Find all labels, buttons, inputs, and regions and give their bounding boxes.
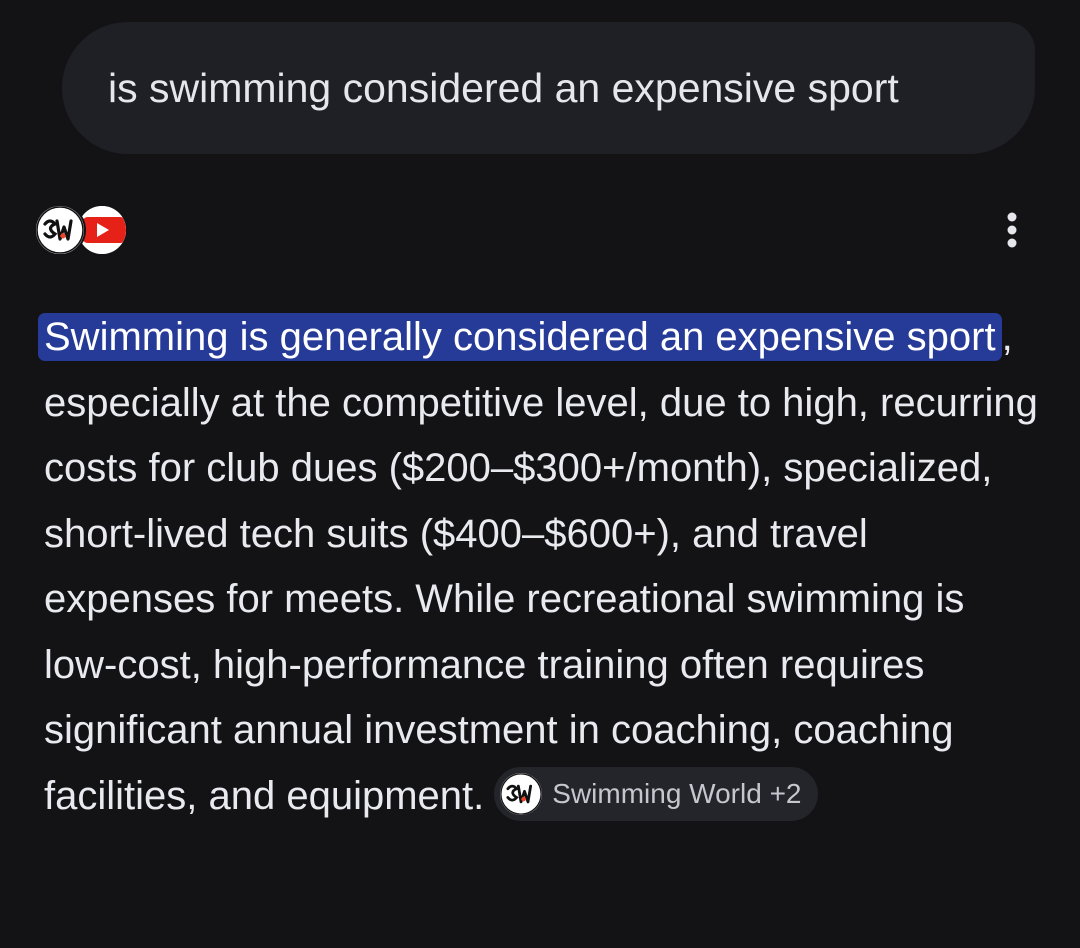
more-options-button[interactable] bbox=[992, 205, 1032, 255]
swimming-world-icon[interactable] bbox=[34, 204, 86, 256]
swimming-world-icon bbox=[500, 772, 543, 815]
answer-body: , especially at the competitive level, d… bbox=[44, 315, 1038, 818]
more-vert-icon bbox=[1007, 212, 1017, 248]
citation-chip[interactable]: Swimming World +2 bbox=[494, 766, 818, 821]
source-icons[interactable] bbox=[34, 204, 134, 258]
query-bubble[interactable]: is swimming considered an expensive spor… bbox=[62, 22, 1035, 154]
citation-label: Swimming World +2 bbox=[552, 778, 802, 810]
highlighted-answer[interactable]: Swimming is generally considered an expe… bbox=[38, 313, 1002, 361]
query-text: is swimming considered an expensive spor… bbox=[108, 64, 899, 111]
ai-answer-text: Swimming is generally considered an expe… bbox=[38, 305, 1044, 829]
